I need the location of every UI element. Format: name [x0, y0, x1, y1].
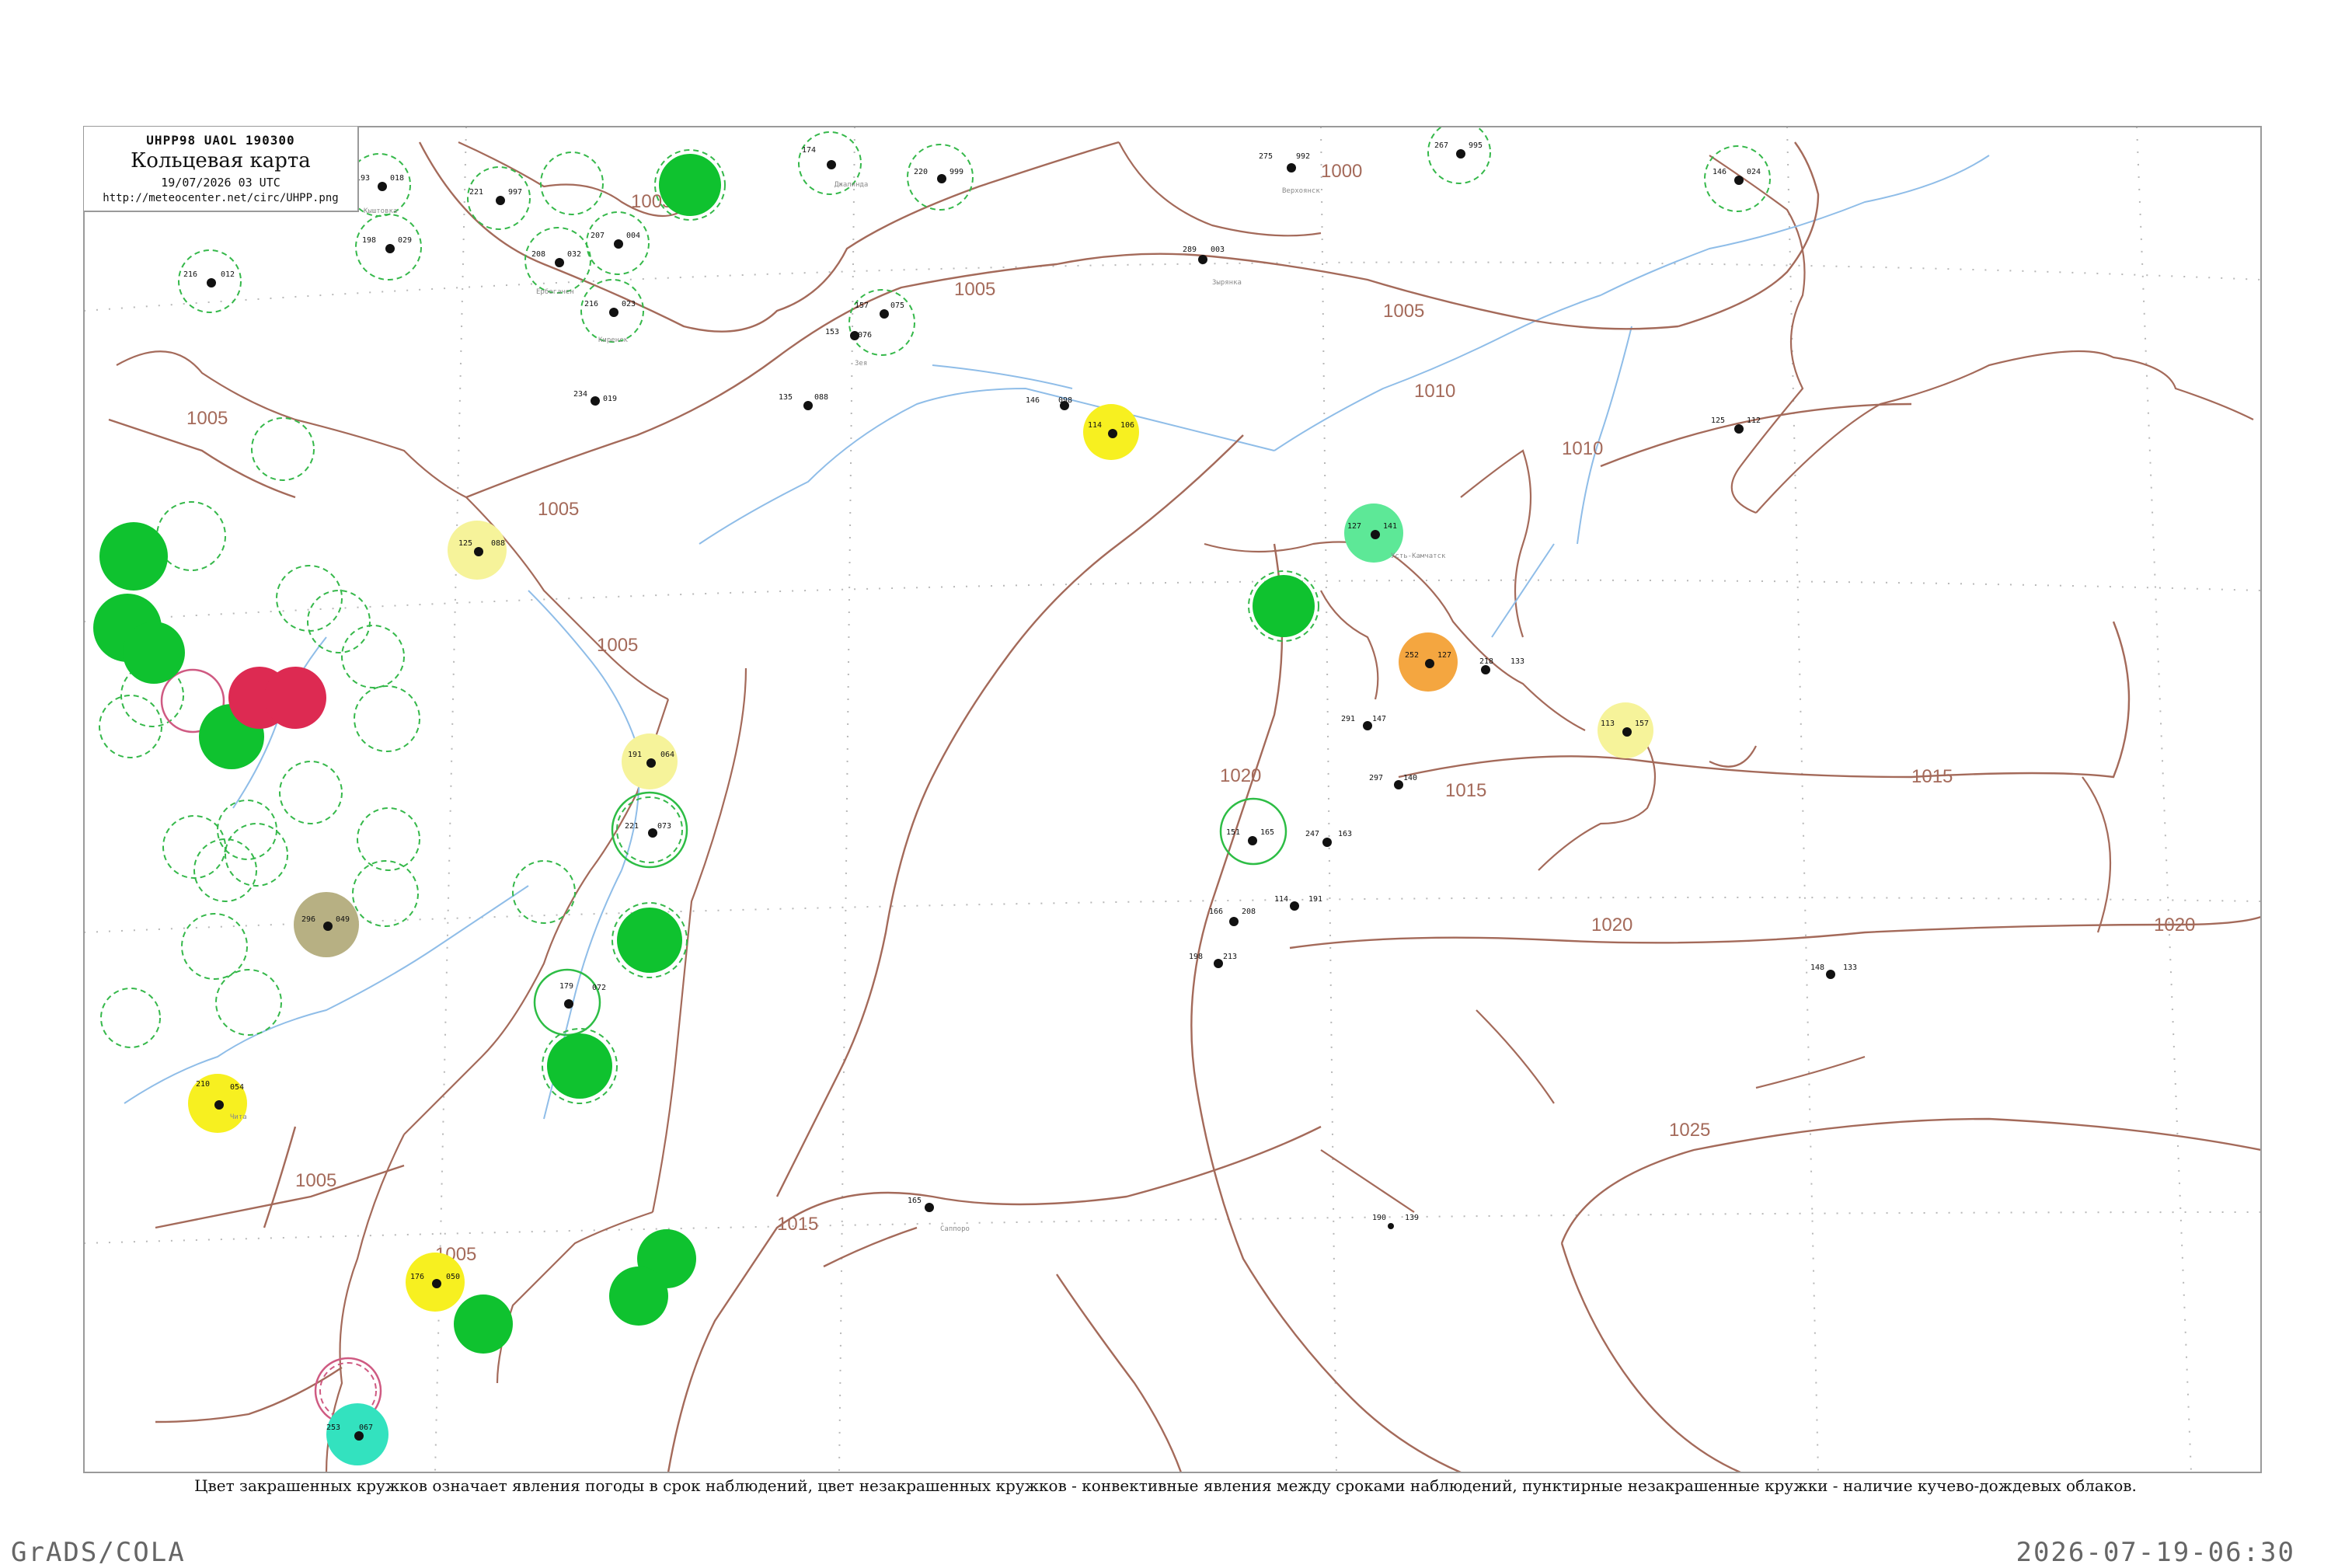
observation-datetime: 19/07/2026 03 UTC	[161, 176, 280, 190]
bulletin-code: UHPP98 UAOL 190300	[146, 133, 295, 148]
generation-timestamp: 2026-07-19-06:30	[2016, 1537, 2295, 1568]
source-url: http://meteocenter.net/circ/UHPP.png	[103, 192, 339, 204]
legend-note: Цвет закрашенных кружков означает явлени…	[194, 1476, 2137, 1495]
map-frame	[83, 126, 2262, 1473]
map-title: Кольцевая карта	[131, 149, 311, 172]
map-title-box: UHPP98 UAOL 190300 Кольцевая карта 19/07…	[84, 127, 359, 212]
software-credit: GrADS/COLA	[11, 1537, 186, 1568]
